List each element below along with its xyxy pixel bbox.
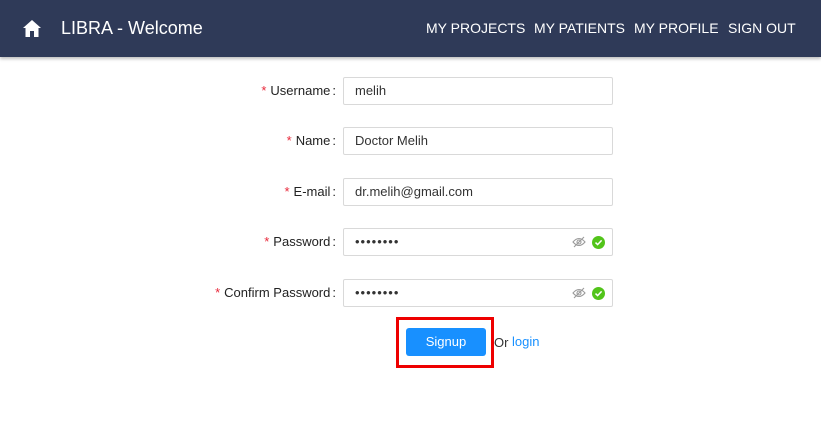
login-link[interactable]: login [512,334,539,349]
name-input[interactable]: Doctor Melih [343,127,613,155]
nav-my-profile[interactable]: MY PROFILE [634,20,719,37]
check-circle-icon [592,236,605,249]
check-circle-icon [592,287,605,300]
password-row: * Password: •••••••• [0,228,821,256]
name-row: * Name: Doctor Melih [0,127,821,155]
username-label: * Username: [261,83,336,98]
app-title: LIBRA - Welcome [61,18,203,38]
eye-slash-icon[interactable] [572,236,586,248]
username-input[interactable]: melih [343,77,613,105]
email-input[interactable]: dr.melih@gmail.com [343,178,613,206]
top-navigation-bar: LIBRA - Welcome MY PROJECTS MY PATIENTS … [0,0,821,57]
email-row: * E-mail: dr.melih@gmail.com [0,178,821,206]
or-text: Or [494,335,509,350]
password-input[interactable]: •••••••• [343,228,613,256]
username-row: * Username: melih [0,77,821,105]
confirm-password-label: * Confirm Password: [215,285,336,300]
confirm-password-row: * Confirm Password: •••••••• [0,279,821,307]
confirm-password-value: •••••••• [355,285,400,300]
password-label: * Password: [264,234,336,249]
signup-button[interactable]: Signup [406,328,486,356]
name-label: * Name: [286,133,336,148]
email-label: * E-mail: [284,184,336,199]
eye-slash-icon[interactable] [572,287,586,299]
nav-my-patients[interactable]: MY PATIENTS [534,20,625,37]
confirm-password-input[interactable]: •••••••• [343,279,613,307]
password-value: •••••••• [355,234,400,249]
nav-my-projects[interactable]: MY PROJECTS [426,20,525,37]
nav-sign-out[interactable]: SIGN OUT [728,20,796,37]
home-icon[interactable] [23,20,41,37]
